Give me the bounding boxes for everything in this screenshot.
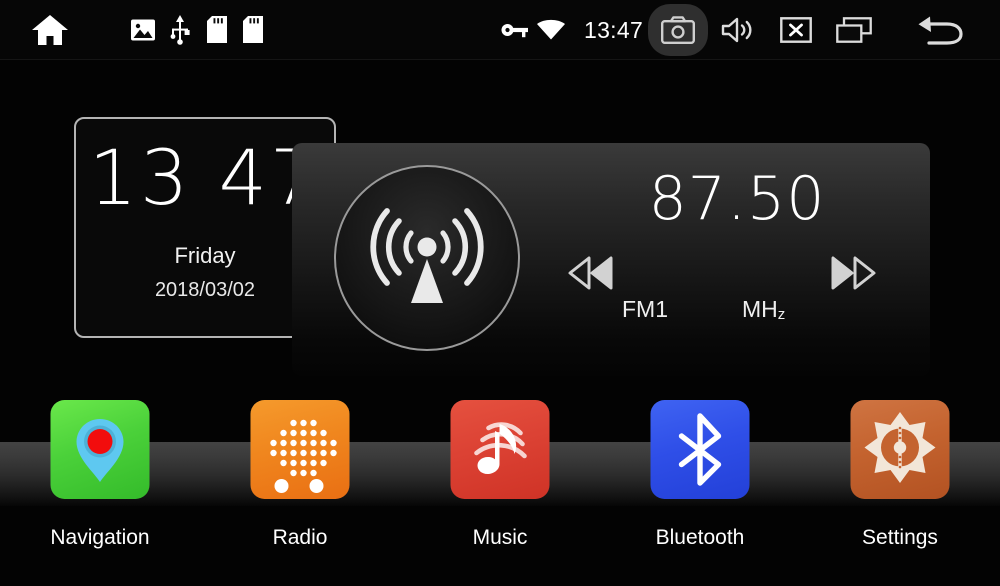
dock-item-settings[interactable]: Settings bbox=[800, 400, 1000, 560]
dock-item-music[interactable]: Music bbox=[400, 400, 600, 560]
volume-icon[interactable] bbox=[714, 0, 762, 60]
music-note-icon[interactable] bbox=[450, 400, 550, 499]
seek-up-button[interactable] bbox=[826, 251, 880, 295]
sd-card-1-icon[interactable] bbox=[202, 0, 232, 60]
app-label-settings: Settings bbox=[862, 526, 938, 549]
camera-icon[interactable] bbox=[648, 0, 708, 60]
home-icon[interactable] bbox=[26, 0, 74, 60]
radio-widget[interactable]: 87.50 FM1 MHz bbox=[292, 143, 930, 376]
app-label-navigation: Navigation bbox=[50, 526, 150, 549]
status-bar-clock: 13:47 bbox=[584, 16, 644, 43]
key-icon[interactable] bbox=[498, 0, 532, 60]
dock-item-navigation[interactable]: Navigation bbox=[0, 400, 200, 560]
gallery-icon[interactable] bbox=[126, 0, 160, 60]
radio-dial[interactable] bbox=[334, 165, 520, 351]
dock-item-bluetooth[interactable]: Bluetooth bbox=[600, 400, 800, 560]
app-label-bluetooth: Bluetooth bbox=[655, 526, 745, 549]
app-label-music: Music bbox=[472, 526, 528, 549]
radio-band-label: FM1 bbox=[622, 296, 668, 322]
radio-unit-sub: z bbox=[777, 306, 786, 323]
status-bar: 13:47 bbox=[0, 0, 1000, 60]
dock-item-radio[interactable]: Radio bbox=[200, 400, 400, 560]
app-label-radio: Radio bbox=[272, 526, 328, 549]
app-dock: Navigation Radio Music Bluetooth Setting… bbox=[0, 400, 1000, 560]
head-unit-home-screen: 13:47 13 47 Friday 2018/03/02 87.50 FM1 … bbox=[0, 0, 1000, 586]
wifi-icon[interactable] bbox=[534, 0, 568, 60]
radio-unit-label: MHz bbox=[742, 296, 785, 323]
navigation-pin-icon[interactable] bbox=[50, 400, 150, 499]
recents-icon[interactable] bbox=[830, 0, 878, 60]
back-icon[interactable] bbox=[906, 0, 972, 60]
sd-card-2-icon[interactable] bbox=[238, 0, 268, 60]
seek-down-button[interactable] bbox=[564, 251, 618, 295]
bluetooth-icon[interactable] bbox=[650, 400, 750, 499]
radio-unit-main: MH bbox=[742, 296, 778, 322]
radio-frequency: 87.50 bbox=[648, 164, 826, 234]
close-icon[interactable] bbox=[772, 0, 820, 60]
settings-gear-icon[interactable] bbox=[850, 400, 950, 499]
radio-tower-icon bbox=[370, 208, 484, 303]
radio-grille-icon[interactable] bbox=[250, 400, 350, 499]
usb-icon[interactable] bbox=[166, 0, 194, 60]
